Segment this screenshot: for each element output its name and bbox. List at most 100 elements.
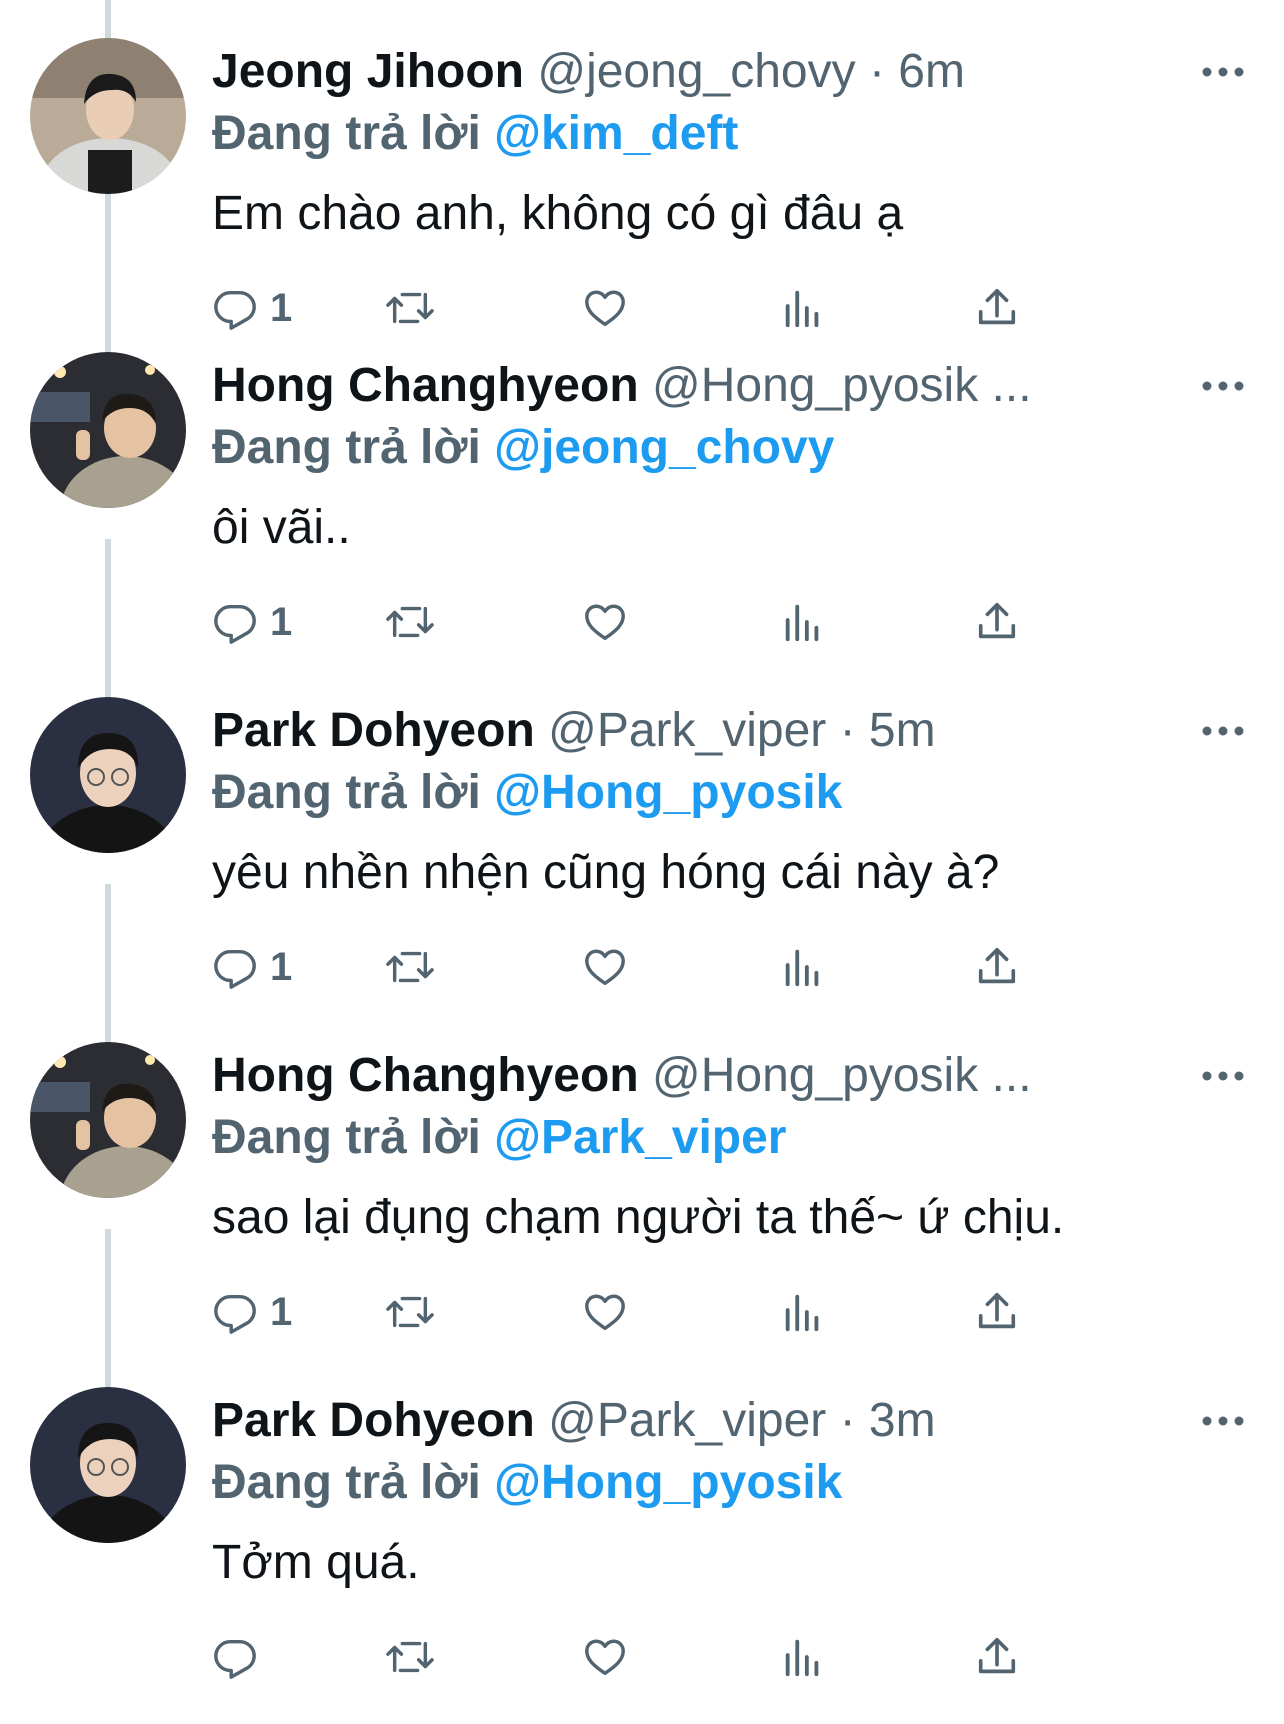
handle-and-time[interactable]: @Park_viper · 3m xyxy=(548,1394,936,1447)
tweet-actions: 1 xyxy=(212,1284,1212,1340)
replying-to: Đang trả lời @Hong_pyosik xyxy=(212,1453,842,1513)
tweet-header: Park Dohyeon @Park_viper · 3m xyxy=(212,1391,936,1451)
retweet-icon xyxy=(386,1296,434,1328)
avatar-changhyeon xyxy=(30,1042,186,1198)
avatar[interactable] xyxy=(30,1387,186,1543)
share-button[interactable] xyxy=(974,1629,1020,1685)
tweet-header: Hong Changhyeon @Hong_pyosik ... xyxy=(212,356,1032,416)
tweet-actions: 1 xyxy=(212,594,1212,650)
avatar-dohyeon xyxy=(30,697,186,853)
share-icon xyxy=(978,947,1016,984)
display-name[interactable]: Hong Changhyeon xyxy=(212,359,639,412)
tweet[interactable]: Jeong Jihoon @jeong_chovy · 6m Đang trả … xyxy=(0,0,1284,345)
share-button[interactable] xyxy=(974,1284,1020,1340)
handle-and-time[interactable]: @jeong_chovy · 6m xyxy=(537,45,965,98)
reply-count: 1 xyxy=(270,945,293,989)
replying-to: Đang trả lời @kim_deft xyxy=(212,104,738,164)
tweet[interactable]: Park Dohyeon @Park_viper · 3m Đang trả l… xyxy=(0,1349,1284,1694)
share-button[interactable] xyxy=(974,594,1020,650)
reply-button[interactable] xyxy=(212,1629,270,1685)
replying-to-handle[interactable]: @kim_deft xyxy=(494,107,738,160)
more-icon[interactable] xyxy=(1196,1401,1250,1441)
like-icon xyxy=(585,1639,625,1676)
avatar[interactable] xyxy=(30,352,186,508)
views-icon xyxy=(785,604,819,642)
avatar-jihoon xyxy=(30,38,186,194)
retweet-button[interactable] xyxy=(384,594,436,650)
views-button[interactable] xyxy=(780,1629,826,1685)
tweet-actions: 1 xyxy=(212,939,1212,995)
tweet-actions xyxy=(212,1629,1212,1685)
reply-button[interactable]: 1 xyxy=(212,1284,292,1340)
display-name[interactable]: Park Dohyeon xyxy=(212,1394,535,1447)
views-icon xyxy=(785,1294,819,1332)
replying-to-handle[interactable]: @Hong_pyosik xyxy=(494,1456,842,1509)
tweet-text: ôi vãi.. xyxy=(212,501,351,554)
like-button[interactable] xyxy=(582,594,628,650)
tweet-text: sao lại đụng chạm người ta thế~ ứ chịu. xyxy=(212,1191,1065,1244)
tweet-header: Park Dohyeon @Park_viper · 5m xyxy=(212,701,936,761)
avatar[interactable] xyxy=(30,697,186,853)
reply-button[interactable]: 1 xyxy=(212,594,292,650)
tweet[interactable]: Park Dohyeon @Park_viper · 5m Đang trả l… xyxy=(0,659,1284,1004)
display-name[interactable]: Jeong Jihoon xyxy=(212,45,524,98)
avatar[interactable] xyxy=(30,38,186,194)
avatar-dohyeon xyxy=(30,1387,186,1543)
share-icon xyxy=(978,1292,1016,1329)
replying-to-label: Đang trả lời xyxy=(212,766,481,819)
like-button[interactable] xyxy=(582,1284,628,1340)
replying-to-label: Đang trả lời xyxy=(212,107,481,160)
reply-icon xyxy=(214,604,256,644)
display-name[interactable]: Park Dohyeon xyxy=(212,704,535,757)
share-icon xyxy=(978,1637,1016,1674)
replying-to-handle[interactable]: @Hong_pyosik xyxy=(494,766,842,819)
reply-icon xyxy=(214,1639,256,1679)
reply-button[interactable]: 1 xyxy=(212,939,292,995)
reply-count: 1 xyxy=(270,600,293,644)
handle-and-time[interactable]: @Park_viper · 5m xyxy=(548,704,936,757)
retweet-button[interactable] xyxy=(384,1629,436,1685)
replying-to-handle[interactable]: @jeong_chovy xyxy=(494,421,834,474)
more-icon[interactable] xyxy=(1196,711,1250,751)
tweet[interactable]: Hong Changhyeon @Hong_pyosik ... Đang tr… xyxy=(0,1004,1284,1349)
reply-icon xyxy=(214,1294,256,1334)
share-icon xyxy=(978,602,1016,639)
like-icon xyxy=(585,1294,625,1331)
retweet-button[interactable] xyxy=(384,939,436,995)
more-icon[interactable] xyxy=(1196,52,1250,92)
views-button[interactable] xyxy=(780,939,826,995)
views-button[interactable] xyxy=(780,594,826,650)
display-name[interactable]: Hong Changhyeon xyxy=(212,1049,639,1102)
views-button[interactable] xyxy=(780,1284,826,1340)
replying-to-label: Đang trả lời xyxy=(212,421,481,474)
like-button[interactable] xyxy=(582,1629,628,1685)
tweet-text: Tởm quá. xyxy=(212,1536,420,1589)
like-icon xyxy=(585,949,625,986)
tweet[interactable]: Hong Changhyeon @Hong_pyosik ... Đang tr… xyxy=(0,314,1284,659)
retweet-icon xyxy=(386,1641,434,1673)
tweet-header: Jeong Jihoon @jeong_chovy · 6m xyxy=(212,42,965,102)
more-icon[interactable] xyxy=(1196,366,1250,406)
handle-and-time[interactable]: @Hong_pyosik ... xyxy=(652,359,1032,412)
like-button[interactable] xyxy=(582,939,628,995)
views-icon xyxy=(785,1639,819,1677)
reply-count: 1 xyxy=(270,1290,293,1334)
retweet-icon xyxy=(386,606,434,638)
replying-to-label: Đang trả lời xyxy=(212,1111,481,1164)
retweet-icon xyxy=(386,951,434,983)
views-icon xyxy=(785,949,819,987)
replying-to: Đang trả lời @jeong_chovy xyxy=(212,418,834,478)
retweet-button[interactable] xyxy=(384,1284,436,1340)
replying-to-handle[interactable]: @Park_viper xyxy=(494,1111,786,1164)
tweet-text: yêu nhền nhện cũng hóng cái này à? xyxy=(212,846,1000,899)
handle-and-time[interactable]: @Hong_pyosik ... xyxy=(652,1049,1032,1102)
replying-to-label: Đang trả lời xyxy=(212,1456,481,1509)
reply-icon xyxy=(214,949,256,989)
replying-to: Đang trả lời @Hong_pyosik xyxy=(212,763,842,823)
tweet-header: Hong Changhyeon @Hong_pyosik ... xyxy=(212,1046,1032,1106)
share-button[interactable] xyxy=(974,939,1020,995)
avatar[interactable] xyxy=(30,1042,186,1198)
tweet-text: Em chào anh, không có gì đâu ạ xyxy=(212,187,904,240)
more-icon[interactable] xyxy=(1196,1056,1250,1096)
like-icon xyxy=(585,604,625,641)
